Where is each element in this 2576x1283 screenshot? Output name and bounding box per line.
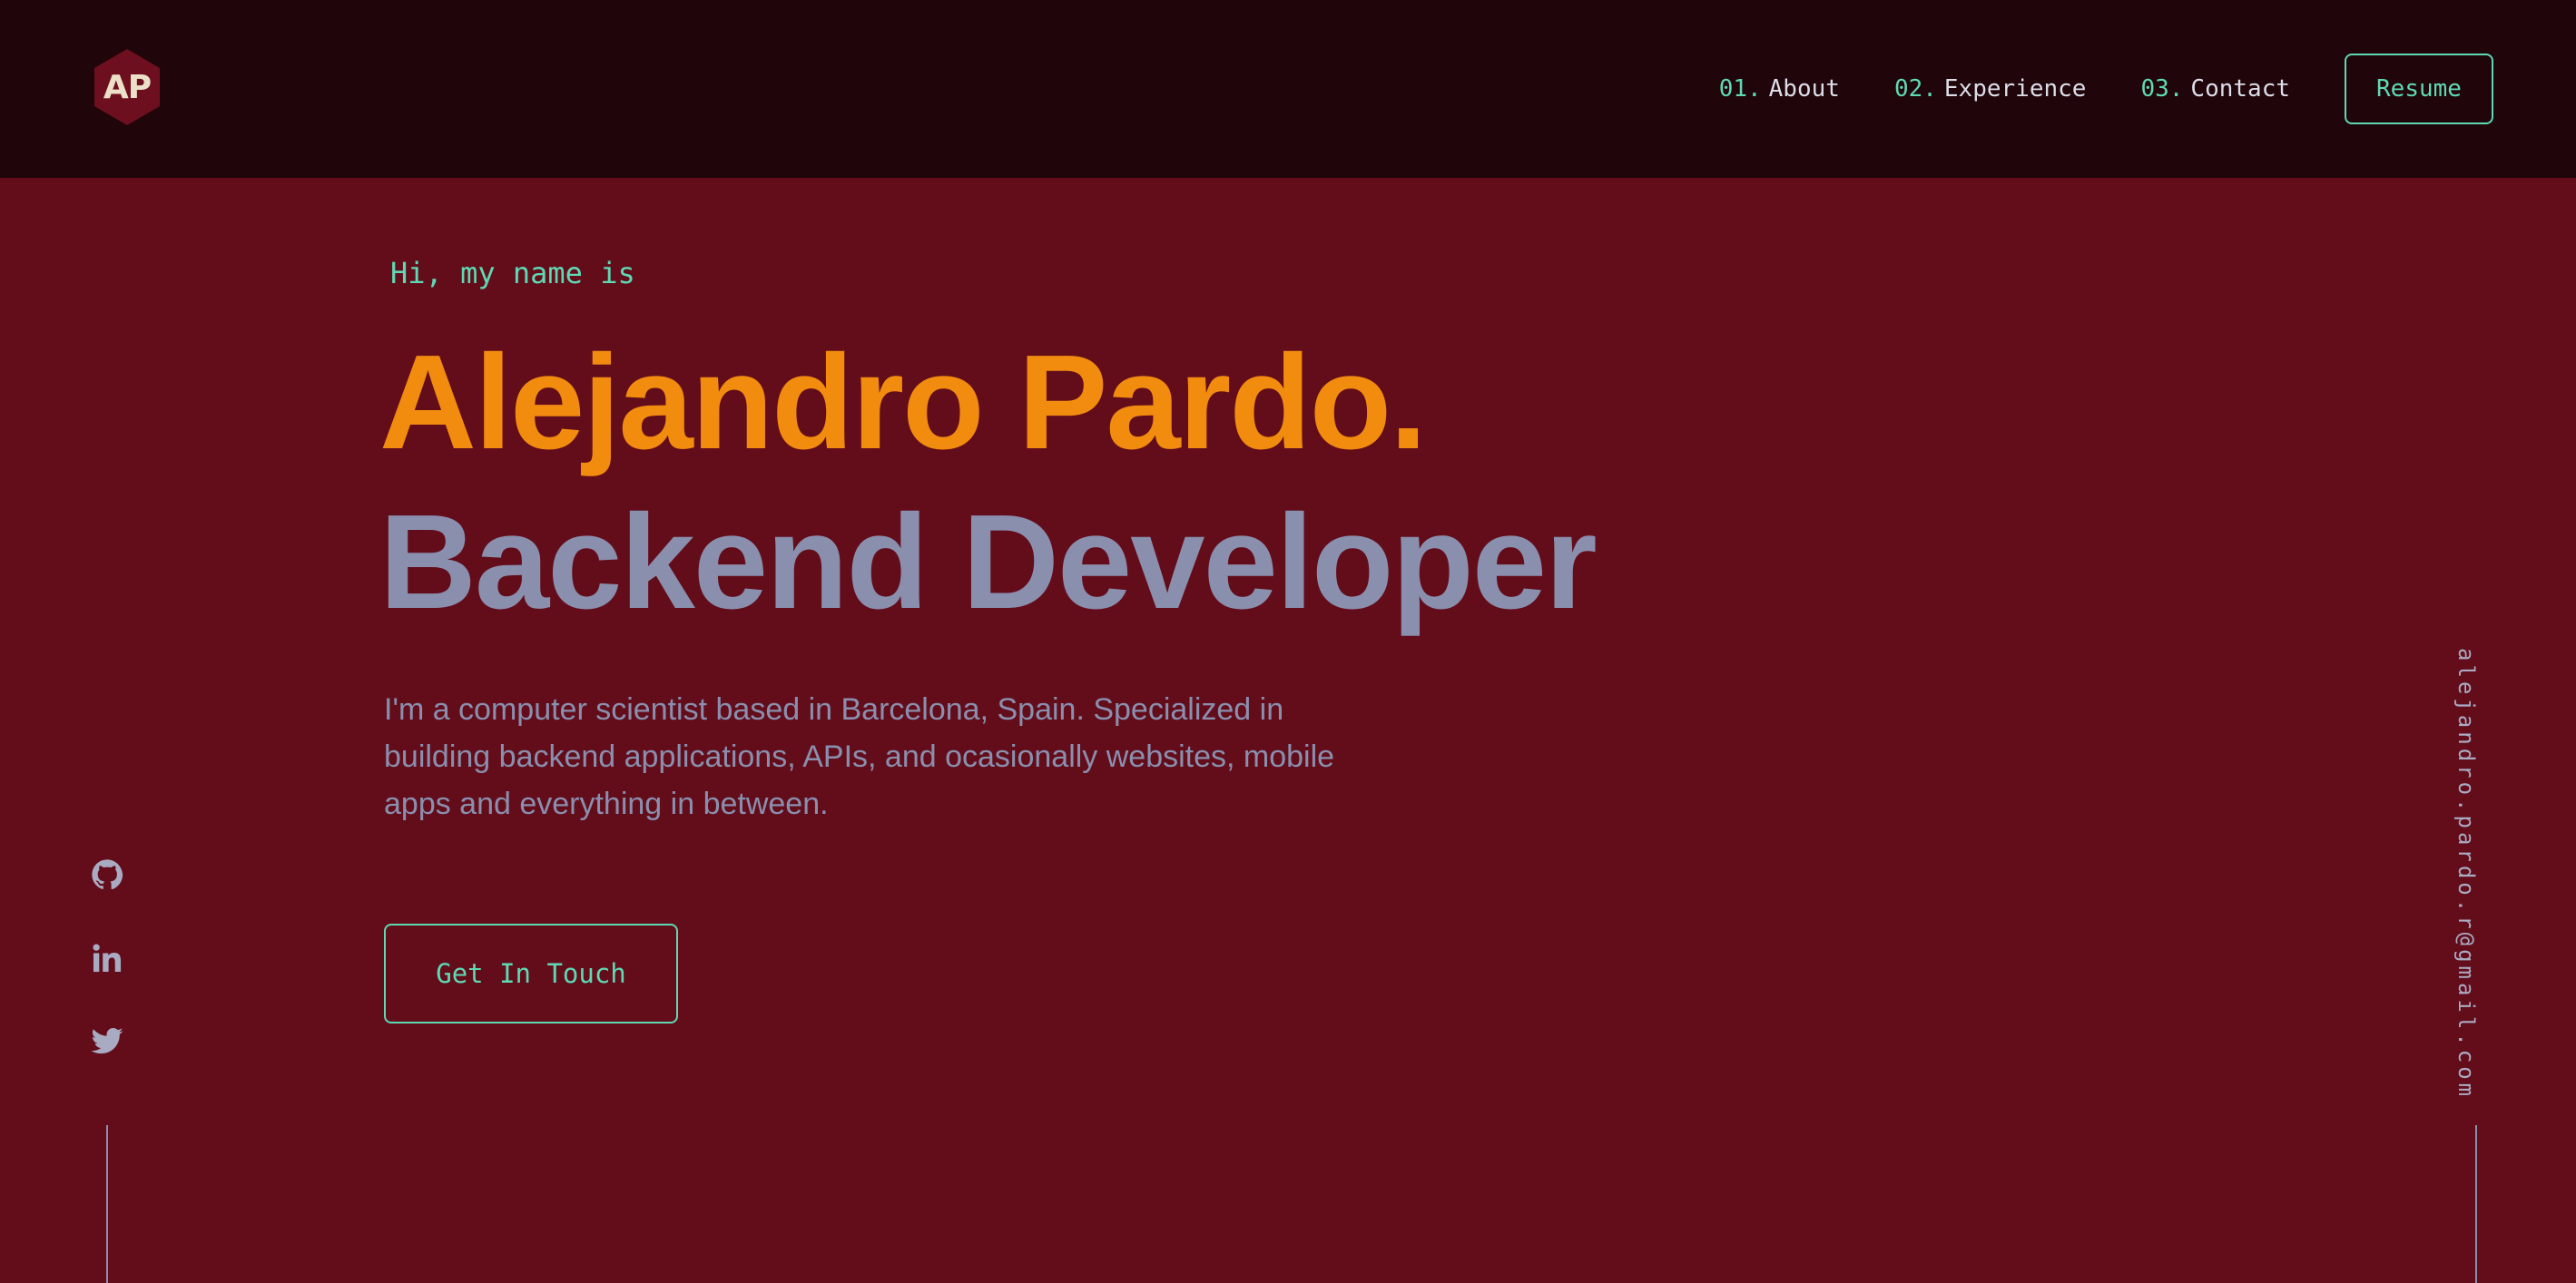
right-vertical-line (2475, 1125, 2477, 1283)
logo[interactable]: AP (91, 47, 163, 127)
logo-text: AP (103, 68, 152, 106)
github-icon (92, 859, 123, 890)
nav-item-label: Contact (2190, 75, 2290, 103)
linkedin-icon (93, 944, 122, 973)
hero-bio: I'm a computer scientist based in Barcel… (384, 692, 1335, 821)
twitter-icon (91, 1027, 123, 1054)
site-header: AP 01. About 02. Experience 03. Contact Res… (0, 0, 2576, 178)
linkedin-link[interactable] (87, 938, 127, 978)
get-in-touch-button[interactable]: Get In Touch (384, 924, 678, 1023)
nav-item-number: 02. (1893, 75, 1937, 103)
left-vertical-line (106, 1125, 108, 1283)
social-links (87, 855, 127, 1105)
nav-item-about[interactable]: 01. About (1719, 75, 1840, 103)
page: AP 01. About 02. Experience 03. Contact Res… (0, 0, 2576, 1283)
nav-item-experience[interactable]: 02. Experience (1894, 75, 2087, 103)
nav-item-number: 03. (2140, 75, 2184, 103)
github-link[interactable] (87, 855, 127, 895)
nav-item-label: Experience (1943, 75, 2087, 103)
greeting-text: Hi, my name is (390, 256, 635, 290)
resume-button[interactable]: Resume (2345, 54, 2493, 124)
twitter-link[interactable] (87, 1022, 127, 1062)
main-nav: 01. About 02. Experience 03. Contact Resume (1719, 0, 2576, 178)
email-link[interactable]: alejandro.pardo.r@gmail.com (2453, 648, 2479, 1100)
nav-item-label: About (1768, 75, 1840, 103)
nav-item-contact[interactable]: 03. Contact (2140, 75, 2290, 103)
nav-item-number: 01. (1718, 75, 1762, 103)
hero-role: Backend Developer (379, 487, 1598, 637)
hero-name: Alejandro Pardo. (379, 328, 1427, 477)
